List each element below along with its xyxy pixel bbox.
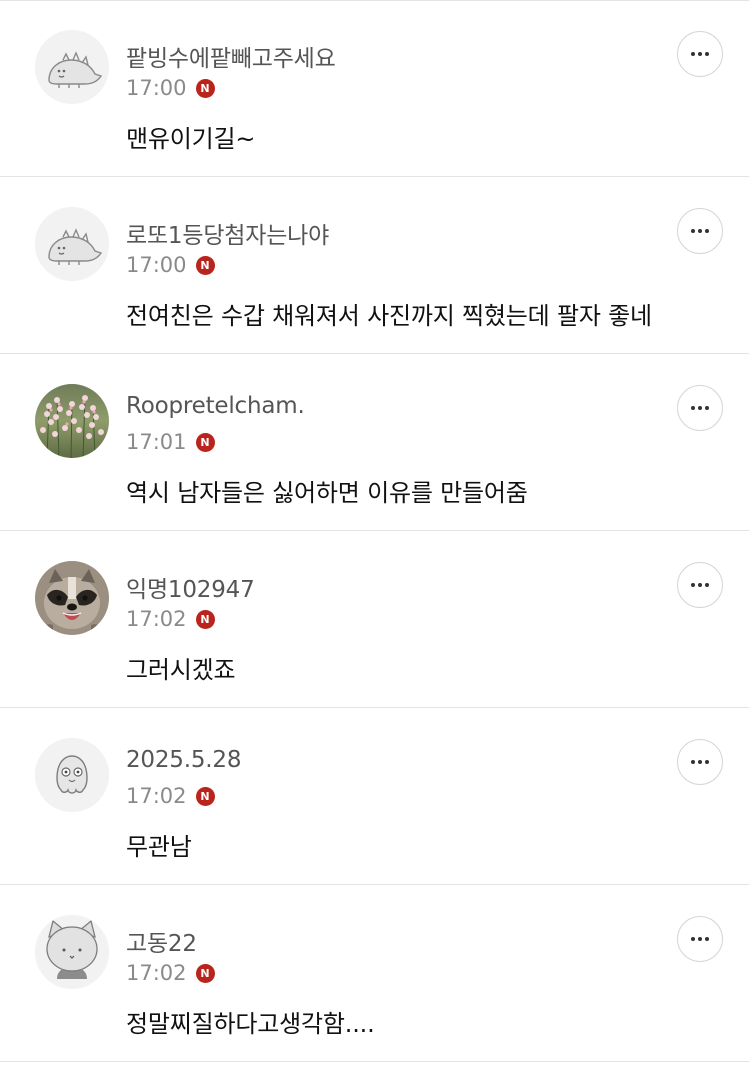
comment-meta: 17:00 N: [126, 74, 215, 102]
more-horizontal-icon: [691, 406, 695, 410]
dinosaur-icon: [35, 30, 109, 104]
more-dot: [705, 583, 709, 587]
comment-item: 로또1등당첨자는나야 17:00 N 전여친은 수갑 채워져서 사진까지 찍혔는…: [0, 178, 749, 354]
timestamp: 17:01: [126, 430, 187, 454]
avatar[interactable]: [35, 738, 109, 812]
more-dot: [698, 937, 702, 941]
new-badge: N: [195, 255, 215, 275]
comment-text: 역시 남자들은 싫어하면 이유를 만들어줌: [126, 479, 528, 507]
nickname[interactable]: 2025.5.28: [126, 747, 241, 773]
avatar[interactable]: [35, 207, 109, 281]
more-options-button[interactable]: [677, 385, 723, 431]
avatar[interactable]: [35, 30, 109, 104]
more-dot: [705, 406, 709, 410]
more-horizontal-icon: [691, 760, 695, 764]
nickname[interactable]: 익명102947: [126, 570, 255, 604]
new-badge: N: [195, 609, 215, 629]
octopus-icon: [35, 738, 109, 812]
comment-item: 익명102947 17:02 N 그러시겠죠: [0, 532, 749, 708]
more-options-button[interactable]: [677, 208, 723, 254]
timestamp: 17:02: [126, 961, 187, 985]
more-dot: [698, 229, 702, 233]
more-dot: [698, 583, 702, 587]
avatar[interactable]: [35, 561, 109, 635]
more-dot: [705, 760, 709, 764]
new-badge: N: [195, 78, 215, 98]
comment-text: 무관남: [126, 833, 192, 861]
avatar[interactable]: [35, 915, 109, 989]
more-dot: [698, 52, 702, 56]
comment-meta: 17:02 N: [126, 959, 215, 987]
nickname[interactable]: Roopretelcham.: [126, 393, 305, 419]
cat-icon: [35, 915, 109, 989]
more-options-button[interactable]: [677, 739, 723, 785]
timestamp: 17:00: [126, 253, 187, 277]
new-badge: N: [195, 786, 215, 806]
comment-text: 전여친은 수갑 채워져서 사진까지 찍혔는데 팔자 좋네: [126, 302, 652, 330]
timestamp: 17:02: [126, 607, 187, 631]
comment-meta: 17:02 N: [126, 605, 215, 633]
comment-item: 팥빙수에팥빼고주세요 17:00 N 맨유이기길~: [0, 1, 749, 177]
more-dot: [705, 229, 709, 233]
nickname[interactable]: 고동22: [126, 924, 197, 958]
avatar[interactable]: [35, 384, 109, 458]
nickname[interactable]: 팥빙수에팥빼고주세요: [126, 39, 336, 73]
nickname[interactable]: 로또1등당첨자는나야: [126, 216, 329, 250]
more-options-button[interactable]: [677, 916, 723, 962]
more-horizontal-icon: [691, 583, 695, 587]
comment-item: 고동22 17:02 N 정말찌질하다고생각함....: [0, 886, 749, 1062]
more-dot: [705, 52, 709, 56]
more-options-button[interactable]: [677, 31, 723, 77]
comment-item: 2025.5.28 17:02 N 무관남: [0, 709, 749, 885]
raccoon-photo-icon: [35, 561, 109, 635]
new-badge: N: [195, 963, 215, 983]
comment-meta: 17:01 N: [126, 428, 215, 456]
timestamp: 17:02: [126, 784, 187, 808]
comment-item: Roopretelcham. 17:01 N 역시 남자들은 싫어하면 이유를 …: [0, 355, 749, 531]
more-dot: [705, 937, 709, 941]
more-horizontal-icon: [691, 52, 695, 56]
new-badge: N: [195, 432, 215, 452]
more-horizontal-icon: [691, 937, 695, 941]
more-dot: [698, 760, 702, 764]
more-dot: [698, 406, 702, 410]
flower-photo-icon: [35, 384, 109, 458]
more-options-button[interactable]: [677, 562, 723, 608]
more-horizontal-icon: [691, 229, 695, 233]
comment-text: 그러시겠죠: [126, 656, 236, 684]
comment-meta: 17:02 N: [126, 782, 215, 810]
comment-text: 맨유이기길~: [126, 125, 256, 153]
timestamp: 17:00: [126, 76, 187, 100]
dinosaur-icon: [35, 207, 109, 281]
comment-meta: 17:00 N: [126, 251, 215, 279]
comment-text: 정말찌질하다고생각함....: [126, 1010, 375, 1038]
